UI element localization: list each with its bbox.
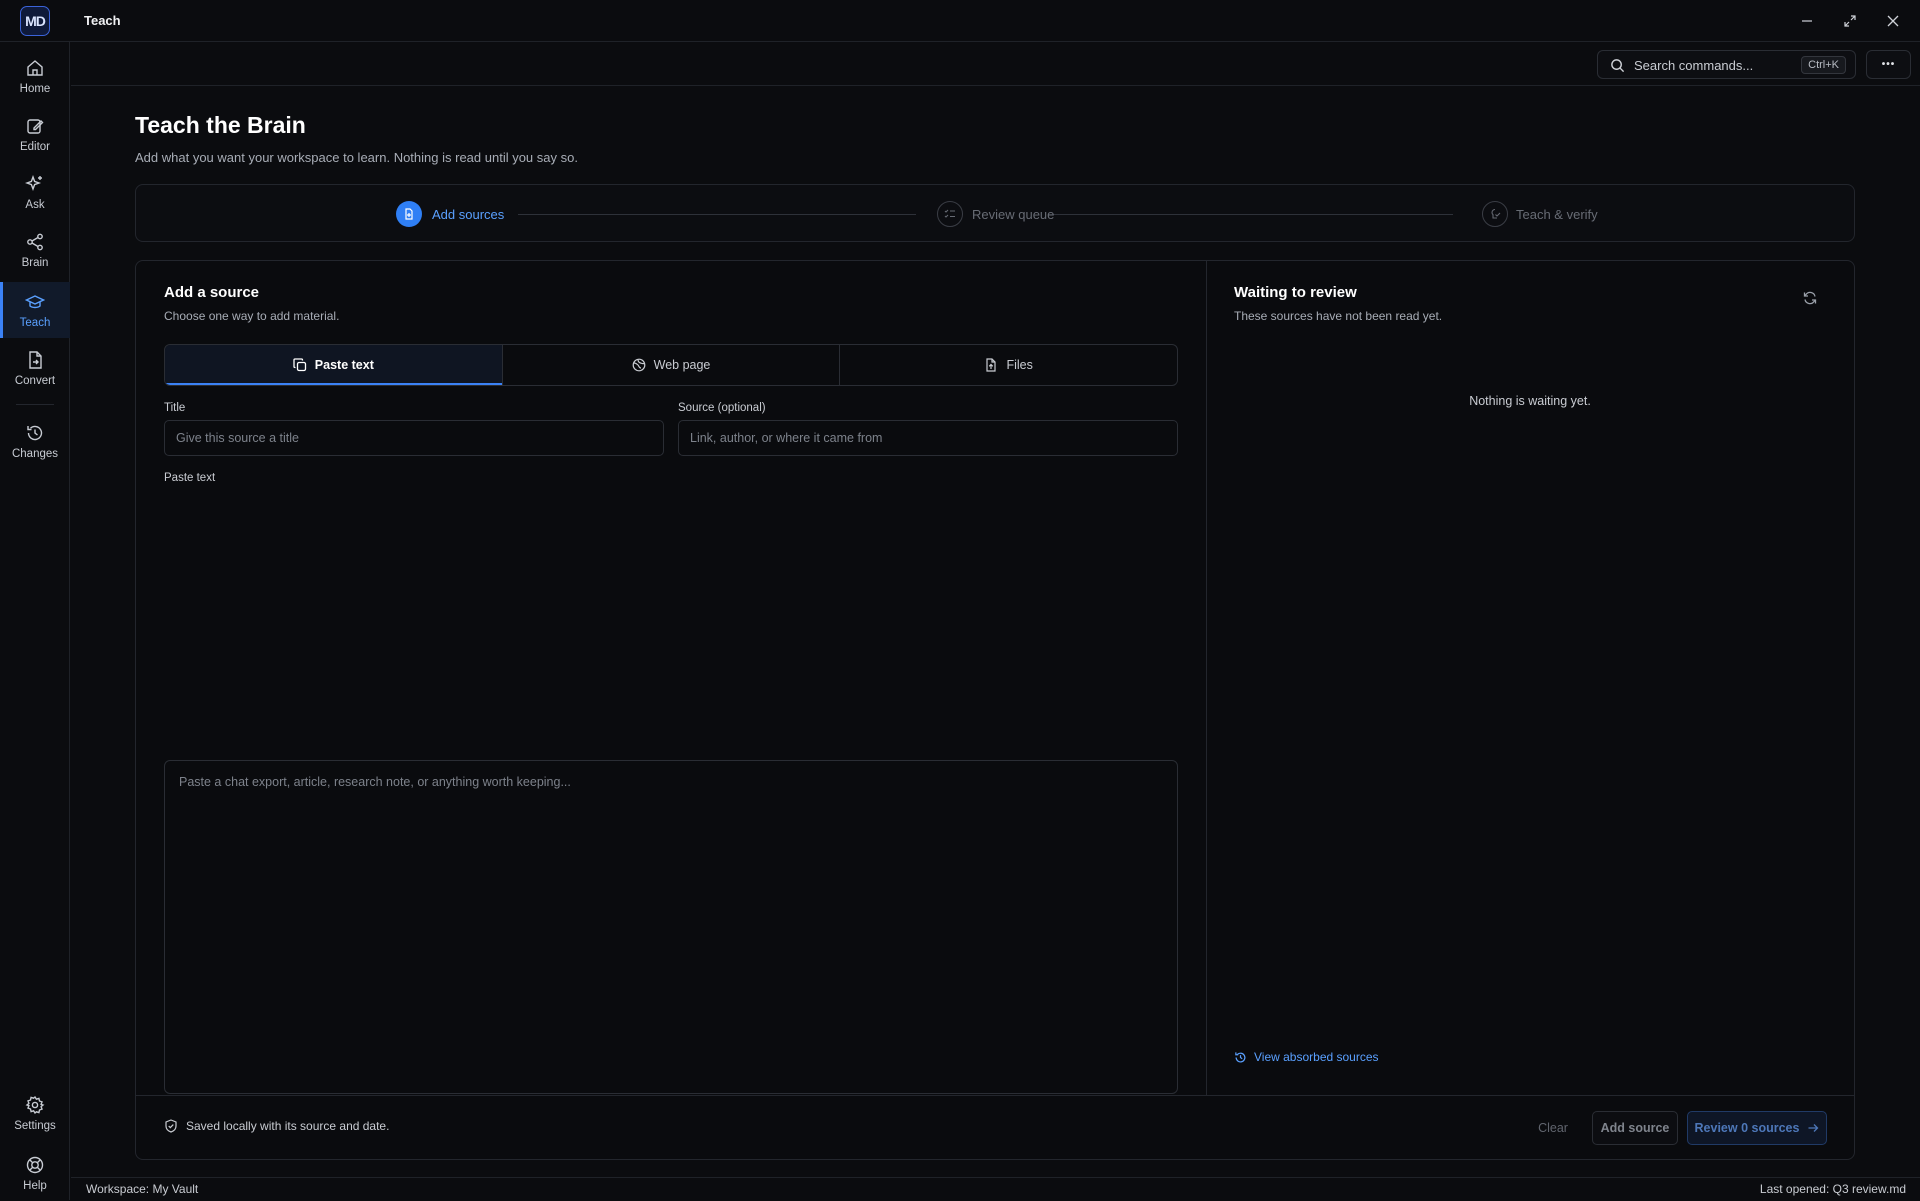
- shield-check-icon: [165, 1119, 177, 1133]
- source-input[interactable]: [678, 420, 1178, 456]
- edit-icon: [27, 118, 44, 134]
- title-bar: [0, 0, 1920, 42]
- gear-icon: [25, 1095, 45, 1114]
- panel-divider: [1206, 261, 1207, 1095]
- graph-icon: [27, 233, 43, 250]
- title-field-label: Title: [164, 402, 186, 414]
- tab-label: Files: [1006, 358, 1033, 372]
- list-check-icon: [944, 209, 955, 218]
- step-teach-verify-indicator[interactable]: [1482, 201, 1508, 227]
- sidebar-item-label: Brain: [21, 256, 49, 269]
- sidebar-item-ask[interactable]: Ask: [0, 164, 70, 220]
- waiting-heading: Waiting to review: [1234, 284, 1357, 301]
- step-connector: [518, 214, 916, 215]
- step-review-queue-indicator[interactable]: [937, 201, 963, 227]
- sidebar-item-label: Ask: [25, 198, 45, 211]
- note-text: Saved locally with its source and date.: [186, 1119, 390, 1133]
- history-icon: [27, 425, 43, 440]
- button-label: Review 0 sources: [1694, 1121, 1800, 1135]
- sidebar-item-home[interactable]: Home: [0, 48, 70, 104]
- tab-files[interactable]: Files: [840, 345, 1177, 385]
- brain-check-icon: [1491, 208, 1501, 219]
- sidebar-divider: [16, 404, 54, 405]
- maximize-button[interactable]: [1840, 11, 1860, 31]
- link-label: View absorbed sources: [1254, 1050, 1379, 1064]
- tab-web-page[interactable]: Web page: [503, 345, 841, 385]
- sidebar-item-label: Home: [19, 82, 51, 95]
- sparkle-icon: [25, 174, 42, 191]
- workspace-status: Workspace: My Vault: [86, 1182, 199, 1196]
- sidebar-item-settings[interactable]: Settings: [0, 1085, 70, 1141]
- view-absorbed-sources-link[interactable]: View absorbed sources: [1234, 1050, 1379, 1064]
- window-title: Teach: [84, 13, 121, 28]
- close-icon: [1887, 15, 1899, 27]
- sidebar-item-help[interactable]: Help: [0, 1145, 70, 1201]
- search-placeholder: Search commands...: [1634, 58, 1754, 73]
- command-search[interactable]: Search commands... Ctrl+K: [1597, 50, 1856, 79]
- progress-stepper: Add sources Review queue Teach & verify: [135, 184, 1855, 242]
- file-plus-icon: [405, 208, 413, 220]
- sidebar-item-label: Teach: [19, 316, 51, 329]
- tab-paste-text[interactable]: Paste text: [165, 345, 503, 385]
- sidebar-item-label: Settings: [14, 1119, 56, 1132]
- expand-icon: [1844, 15, 1856, 27]
- globe-icon: [632, 358, 646, 372]
- empty-state-text: Nothing is waiting yet.: [1469, 394, 1591, 408]
- minimize-icon: [1802, 20, 1812, 22]
- source-type-tabs: Paste text Web page Files: [164, 344, 1178, 386]
- lifebuoy-icon: [26, 1156, 44, 1173]
- sidebar-item-editor[interactable]: Editor: [0, 106, 70, 162]
- graduation-cap-icon: [25, 294, 45, 308]
- page-title: Teach the Brain: [135, 112, 306, 138]
- waiting-subtitle: These sources have not been read yet.: [1234, 309, 1443, 323]
- arrow-right-icon: [1808, 1124, 1819, 1132]
- tab-label: Web page: [653, 358, 711, 372]
- close-button[interactable]: [1883, 11, 1903, 31]
- sidebar-item-brain[interactable]: Brain: [0, 222, 70, 278]
- title-input[interactable]: [164, 420, 664, 456]
- sidebar-item-label: Editor: [19, 140, 51, 153]
- saved-locally-note: Saved locally with its source and date.: [164, 1119, 389, 1133]
- step-teach-verify-label[interactable]: Teach & verify: [1516, 207, 1598, 222]
- step-add-sources-label[interactable]: Add sources: [432, 207, 504, 222]
- history-icon: [1235, 1051, 1246, 1063]
- step-add-sources-indicator[interactable]: [396, 201, 422, 227]
- shortcut-badge: Ctrl+K: [1801, 56, 1846, 74]
- copy-icon: [293, 358, 306, 372]
- sidebar-item-label: Changes: [11, 447, 59, 460]
- paste-text-label: Paste text: [164, 472, 216, 484]
- source-field-label: Source (optional): [678, 402, 766, 414]
- file-convert-icon: [29, 350, 42, 369]
- sidebar-item-changes[interactable]: Changes: [0, 413, 70, 469]
- sidebar-item-teach[interactable]: Teach: [0, 282, 70, 338]
- refresh-button[interactable]: [1800, 288, 1820, 308]
- app-logo: MD: [20, 6, 50, 36]
- step-review-queue-label[interactable]: Review queue: [972, 207, 1054, 222]
- sidebar-item-convert[interactable]: Convert: [0, 340, 70, 396]
- footer-divider: [136, 1095, 1854, 1096]
- file-upload-icon: [986, 358, 997, 372]
- sidebar-item-label: Convert: [14, 374, 56, 387]
- add-source-heading: Add a source: [164, 284, 260, 301]
- step-connector: [1048, 214, 1453, 215]
- status-bar: [71, 1177, 1920, 1200]
- clear-button[interactable]: Clear: [1528, 1111, 1578, 1145]
- more-options-button[interactable]: •••: [1866, 50, 1911, 79]
- tab-label: Paste text: [314, 358, 374, 372]
- page-subtitle: Add what you want your workspace to lear…: [135, 150, 578, 165]
- refresh-icon: [1803, 291, 1817, 305]
- last-opened-status: Last opened: Q3 review.md: [1759, 1182, 1906, 1196]
- home-icon: [27, 59, 43, 76]
- search-icon: [1611, 59, 1625, 73]
- minimize-button[interactable]: [1797, 11, 1817, 31]
- add-source-subtitle: Choose one way to add material.: [164, 309, 340, 323]
- more-icon: •••: [1881, 59, 1896, 70]
- add-source-button[interactable]: Add source: [1592, 1111, 1678, 1145]
- sidebar-item-label: Help: [23, 1179, 47, 1192]
- paste-text-area[interactable]: [164, 760, 1178, 1094]
- sidebar: Home Editor Ask Brain Teach Convert Chan…: [0, 42, 70, 1200]
- review-sources-button[interactable]: Review 0 sources: [1687, 1111, 1827, 1145]
